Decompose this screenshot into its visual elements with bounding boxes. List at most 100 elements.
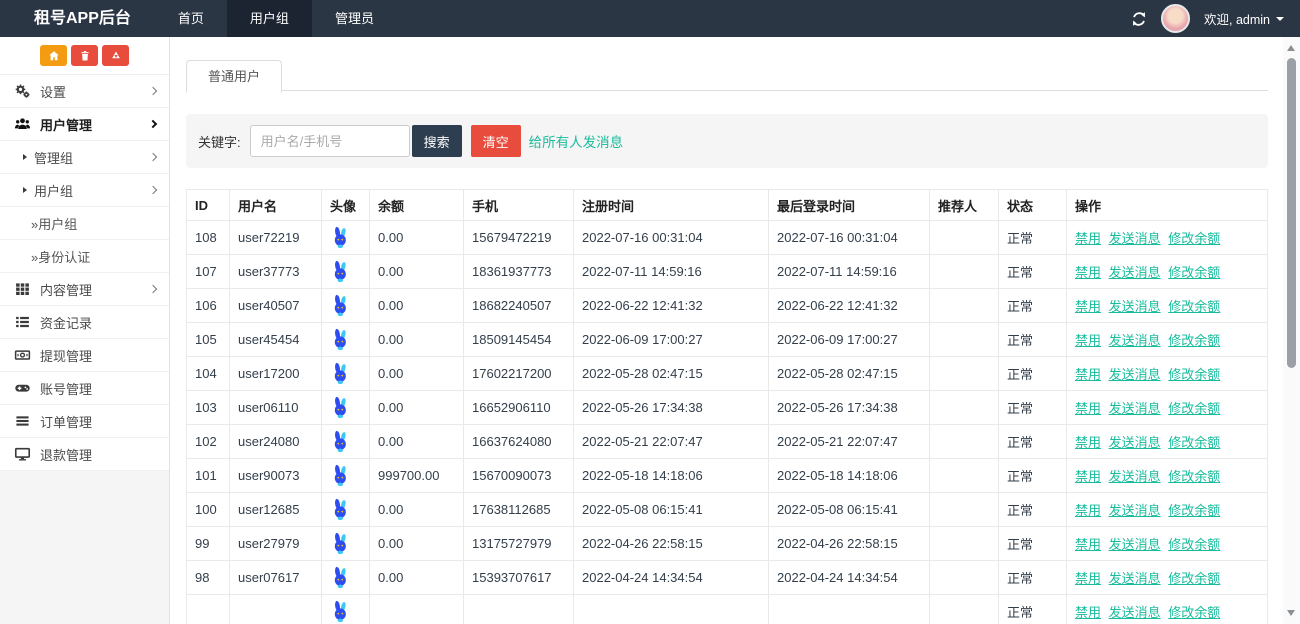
cell-status: 正常 <box>999 323 1067 357</box>
sidebar-item-4[interactable]: »用户组 <box>0 207 169 240</box>
cell-balance: 0.00 <box>370 493 464 527</box>
cell-last-login: 2022-05-28 02:47:15 <box>769 357 930 391</box>
table-row: 106 user40507 0.00 18682240507 2022-06-2… <box>187 289 1268 323</box>
table-header-row: ID用户名头像余额手机注册时间最后登录时间推荐人状态操作 <box>187 190 1268 221</box>
modify-balance-link[interactable]: 修改余额 <box>1168 231 1220 246</box>
disable-link[interactable]: 禁用 <box>1075 435 1101 450</box>
disable-link[interactable]: 禁用 <box>1075 469 1101 484</box>
chevron-right-icon <box>149 285 157 293</box>
disable-link[interactable]: 禁用 <box>1075 401 1101 416</box>
avatar[interactable] <box>1161 4 1190 33</box>
disable-link[interactable]: 禁用 <box>1075 537 1101 552</box>
modify-balance-link[interactable]: 修改余额 <box>1168 503 1220 518</box>
disable-link[interactable]: 禁用 <box>1075 503 1101 518</box>
send-message-link[interactable]: 发送消息 <box>1109 231 1161 246</box>
disable-link[interactable]: 禁用 <box>1075 571 1101 586</box>
disable-link[interactable]: 禁用 <box>1075 265 1101 280</box>
keyword-label: 关键字: <box>198 132 241 151</box>
sidebar-item-1[interactable]: 用户管理 <box>0 108 169 141</box>
tab-normal-users[interactable]: 普通用户 <box>186 60 282 93</box>
sidebar-item-label: 订单管理 <box>40 412 92 431</box>
modify-balance-link[interactable]: 修改余额 <box>1168 537 1220 552</box>
cell-phone: 15393707617 <box>464 561 574 595</box>
rabbit-avatar-icon <box>330 430 351 453</box>
users-table: ID用户名头像余额手机注册时间最后登录时间推荐人状态操作 108 user722… <box>186 189 1268 624</box>
cell-operations: 禁用 发送消息 修改余额 <box>1067 323 1268 357</box>
welcome-text: 欢迎, admin <box>1204 9 1270 28</box>
nav-tab-0[interactable]: 首页 <box>155 0 227 37</box>
disable-link[interactable]: 禁用 <box>1075 333 1101 348</box>
cell-status: 正常 <box>999 289 1067 323</box>
cell-username: user07617 <box>230 561 322 595</box>
modify-balance-link[interactable]: 修改余额 <box>1168 605 1220 620</box>
search-button[interactable]: 搜索 <box>412 125 462 157</box>
sidebar-item-2[interactable]: 管理组 <box>0 141 169 174</box>
disable-link[interactable]: 禁用 <box>1075 299 1101 314</box>
send-message-link[interactable]: 发送消息 <box>1109 333 1161 348</box>
table-row: 99 user27979 0.00 13175727979 2022-04-26… <box>187 527 1268 561</box>
sidebar-item-label: 账号管理 <box>40 379 92 398</box>
welcome-dropdown[interactable]: 欢迎, admin <box>1204 9 1284 28</box>
trash-icon <box>79 50 91 62</box>
app-brand: 租号APP后台 <box>0 0 155 37</box>
disable-link[interactable]: 禁用 <box>1075 231 1101 246</box>
chevron-right-icon <box>149 186 157 194</box>
keyword-input[interactable] <box>250 125 410 157</box>
send-message-link[interactable]: 发送消息 <box>1109 469 1161 484</box>
modify-balance-link[interactable]: 修改余额 <box>1168 265 1220 280</box>
modify-balance-link[interactable]: 修改余额 <box>1168 469 1220 484</box>
send-message-link[interactable]: 发送消息 <box>1109 605 1161 620</box>
send-message-link[interactable]: 发送消息 <box>1109 435 1161 450</box>
cell-register-time: 2022-04-26 22:58:15 <box>574 527 769 561</box>
home-button[interactable] <box>40 45 67 66</box>
scroll-up-arrow-icon[interactable] <box>1287 45 1295 51</box>
sidebar-item-9[interactable]: 账号管理 <box>0 372 169 405</box>
column-header-7: 推荐人 <box>930 190 999 221</box>
nav-tab-2[interactable]: 管理员 <box>312 0 397 37</box>
cell-status: 正常 <box>999 255 1067 289</box>
modify-balance-link[interactable]: 修改余额 <box>1168 333 1220 348</box>
broadcast-link[interactable]: 给所有人发消息 <box>529 131 624 151</box>
refresh-icon[interactable] <box>1131 11 1147 27</box>
trash-button[interactable] <box>71 45 98 66</box>
recycle-button[interactable] <box>102 45 129 66</box>
send-message-link[interactable]: 发送消息 <box>1109 503 1161 518</box>
modify-balance-link[interactable]: 修改余额 <box>1168 571 1220 586</box>
cell-phone: 13175727979 <box>464 527 574 561</box>
cell-id: 106 <box>187 289 230 323</box>
send-message-link[interactable]: 发送消息 <box>1109 265 1161 280</box>
send-message-link[interactable]: 发送消息 <box>1109 299 1161 314</box>
page-scrollbar[interactable] <box>1283 37 1300 624</box>
sidebar-item-7[interactable]: 资金记录 <box>0 306 169 339</box>
cell-phone: 17638112685 <box>464 493 574 527</box>
modify-balance-link[interactable]: 修改余额 <box>1168 367 1220 382</box>
sidebar-item-8[interactable]: 提现管理 <box>0 339 169 372</box>
modify-balance-link[interactable]: 修改余额 <box>1168 435 1220 450</box>
cell-avatar <box>322 527 370 561</box>
disable-link[interactable]: 禁用 <box>1075 605 1101 620</box>
sidebar-item-5[interactable]: »身份认证 <box>0 240 169 273</box>
cell-username: user45454 <box>230 323 322 357</box>
cell-referrer <box>930 561 999 595</box>
sidebar-item-0[interactable]: 设置 <box>0 75 169 108</box>
send-message-link[interactable]: 发送消息 <box>1109 401 1161 416</box>
disable-link[interactable]: 禁用 <box>1075 367 1101 382</box>
cell-id <box>187 595 230 624</box>
scrollbar-thumb[interactable] <box>1287 58 1296 368</box>
scroll-down-arrow-icon[interactable] <box>1287 610 1295 616</box>
sidebar-item-11[interactable]: 退款管理 <box>0 438 169 471</box>
rabbit-avatar-icon <box>330 600 351 623</box>
sidebar-item-10[interactable]: 订单管理 <box>0 405 169 438</box>
send-message-link[interactable]: 发送消息 <box>1109 571 1161 586</box>
top-navbar: 租号APP后台 首页用户组管理员 欢迎, admin <box>0 0 1300 37</box>
clear-button[interactable]: 清空 <box>471 125 521 157</box>
modify-balance-link[interactable]: 修改余额 <box>1168 299 1220 314</box>
cell-referrer <box>930 425 999 459</box>
sidebar-item-label: 内容管理 <box>40 280 92 299</box>
sidebar-item-6[interactable]: 内容管理 <box>0 273 169 306</box>
modify-balance-link[interactable]: 修改余额 <box>1168 401 1220 416</box>
sidebar-item-3[interactable]: 用户组 <box>0 174 169 207</box>
send-message-link[interactable]: 发送消息 <box>1109 537 1161 552</box>
send-message-link[interactable]: 发送消息 <box>1109 367 1161 382</box>
nav-tab-1[interactable]: 用户组 <box>227 0 312 37</box>
